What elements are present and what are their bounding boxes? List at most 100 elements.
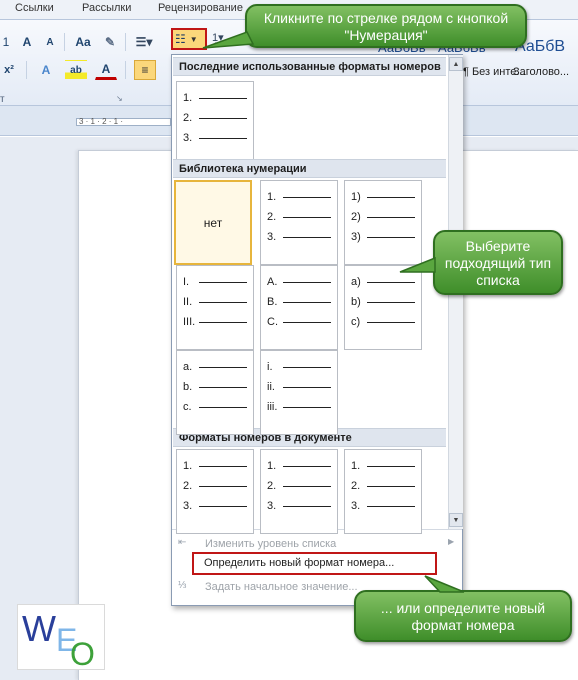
line-placeholder [367,321,415,323]
line-placeholder [199,137,247,139]
recent-formats-header: Последние использованные форматы номеров [173,57,446,76]
line-placeholder [283,505,331,507]
logo-graphic: W E O [22,608,95,672]
shrink-font-button[interactable]: A [42,32,58,52]
separator [26,61,27,79]
number-label: 3. [267,500,277,512]
number-label: 1. [267,191,277,203]
number-label: B. [267,296,278,308]
recent-format-cell[interactable]: 1. 2. 3. [176,81,254,166]
library-format-6[interactable]: a. b. c. [176,350,254,435]
clear-format-icon[interactable]: ✎ [101,32,119,52]
format-row: 1) [351,190,415,204]
number-label: 2. [267,480,277,492]
line-placeholder [199,281,247,283]
number-label: c) [351,316,361,328]
format-row: II. [183,295,247,309]
bullets-button[interactable]: ☰▾ [132,32,156,52]
format-row: 1. [267,190,331,204]
tab-review[interactable]: Рецензирование [158,2,243,14]
numbering-library-header: Библиотека нумерации [173,159,446,178]
text-effects-button[interactable]: A [35,60,57,80]
number-label: iii. [267,401,278,413]
format-row: 1. [183,459,247,473]
align-left-button[interactable]: ≡ [134,60,156,80]
library-format-7[interactable]: i. ii. iii. [260,350,338,435]
tab-mailings[interactable]: Рассылки [82,2,131,14]
number-label: i. [267,361,273,373]
library-format-1[interactable]: 1. 2. 3. [260,180,338,265]
format-row: 2) [351,210,415,224]
format-row: 3. [267,230,331,244]
library-format-4[interactable]: A. B. C. [260,265,338,350]
format-row: ii. [267,380,331,394]
numbering-dropdown: Последние использованные форматы номеров… [171,54,463,606]
style-name-2[interactable]: Заголово... [513,66,569,78]
line-placeholder [367,216,415,218]
callout-middle-tail [399,256,436,273]
library-format-3[interactable]: I. II. III. [176,265,254,350]
format-row: 3. [267,499,331,513]
line-placeholder [283,281,331,283]
line-placeholder [199,386,247,388]
grow-font-button[interactable]: A [18,32,36,52]
number-label: a) [351,276,361,288]
format-row: C. [267,315,331,329]
dialog-launcher-icon[interactable]: ↘ [116,94,123,103]
document-format-1[interactable]: 1. 2. 3. [176,449,254,534]
line-placeholder [199,117,247,119]
font-group-row2: x² A ab A ≡ [0,60,156,80]
change-case-button[interactable]: Aa [71,32,95,52]
define-new-number-format-item[interactable]: Определить новый формат номера... [192,552,437,575]
format-row: a. [183,360,247,374]
line-placeholder [199,485,247,487]
scroll-down-icon[interactable]: ▼ [449,513,463,527]
superscript-button[interactable]: x² [0,60,18,80]
format-row: 3. [183,499,247,513]
font-color-button[interactable]: A [95,60,117,80]
library-format-none[interactable]: нет [174,180,252,265]
format-row: 2. [183,479,247,493]
number-label: I. [183,276,190,288]
chevron-down-icon[interactable]: ▼ [190,35,198,44]
callout-top-tail [202,31,255,49]
line-placeholder [367,281,415,283]
number-label: 1. [183,460,193,472]
library-format-2[interactable]: 1) 2) 3) [344,180,422,265]
ruler-strip: 3 · 1 · 2 · 1 · [76,117,171,126]
line-placeholder [367,301,415,303]
set-numbering-value-label: Задать начальное значение... [205,581,358,593]
font-group-row1: 1 A A Aa ✎ ☰▾ [0,32,156,52]
tab-references[interactable]: Ссылки [15,2,54,14]
line-placeholder [367,465,415,467]
format-row: 3. [351,499,415,513]
highlight-button[interactable]: ab [65,60,87,80]
scroll-up-icon[interactable]: ▲ [449,57,463,71]
number-label: b) [351,296,361,308]
number-label: III. [183,316,196,328]
number-label: a. [183,361,193,373]
format-row: 2. [267,479,331,493]
document-format-2[interactable]: 1. 2. 3. [260,449,338,534]
format-row: 1. [267,459,331,473]
format-row: 2. [267,210,331,224]
format-row: b. [183,380,247,394]
format-row: I. [183,275,247,289]
number-label: 2. [351,480,361,492]
change-list-level-item[interactable]: ⇤ Изменить уровень списка ▶ [172,534,462,554]
document-format-3[interactable]: 1. 2. 3. [344,449,422,534]
number-label: 1) [351,191,361,203]
format-row: B. [267,295,331,309]
line-placeholder [367,236,415,238]
format-row: c. [183,400,247,414]
line-placeholder [199,301,247,303]
font-size-box[interactable]: 1 [0,32,12,52]
number-label: c. [183,401,192,413]
callout-top: Кликните по стрелке рядом с кнопкой "Нум… [245,4,527,48]
format-row: A. [267,275,331,289]
format-row: b) [351,295,415,309]
number-label: ii. [267,381,275,393]
format-row: 2. [351,479,415,493]
number-label: 1. [267,460,277,472]
change-list-level-label: Изменить уровень списка [205,538,337,550]
